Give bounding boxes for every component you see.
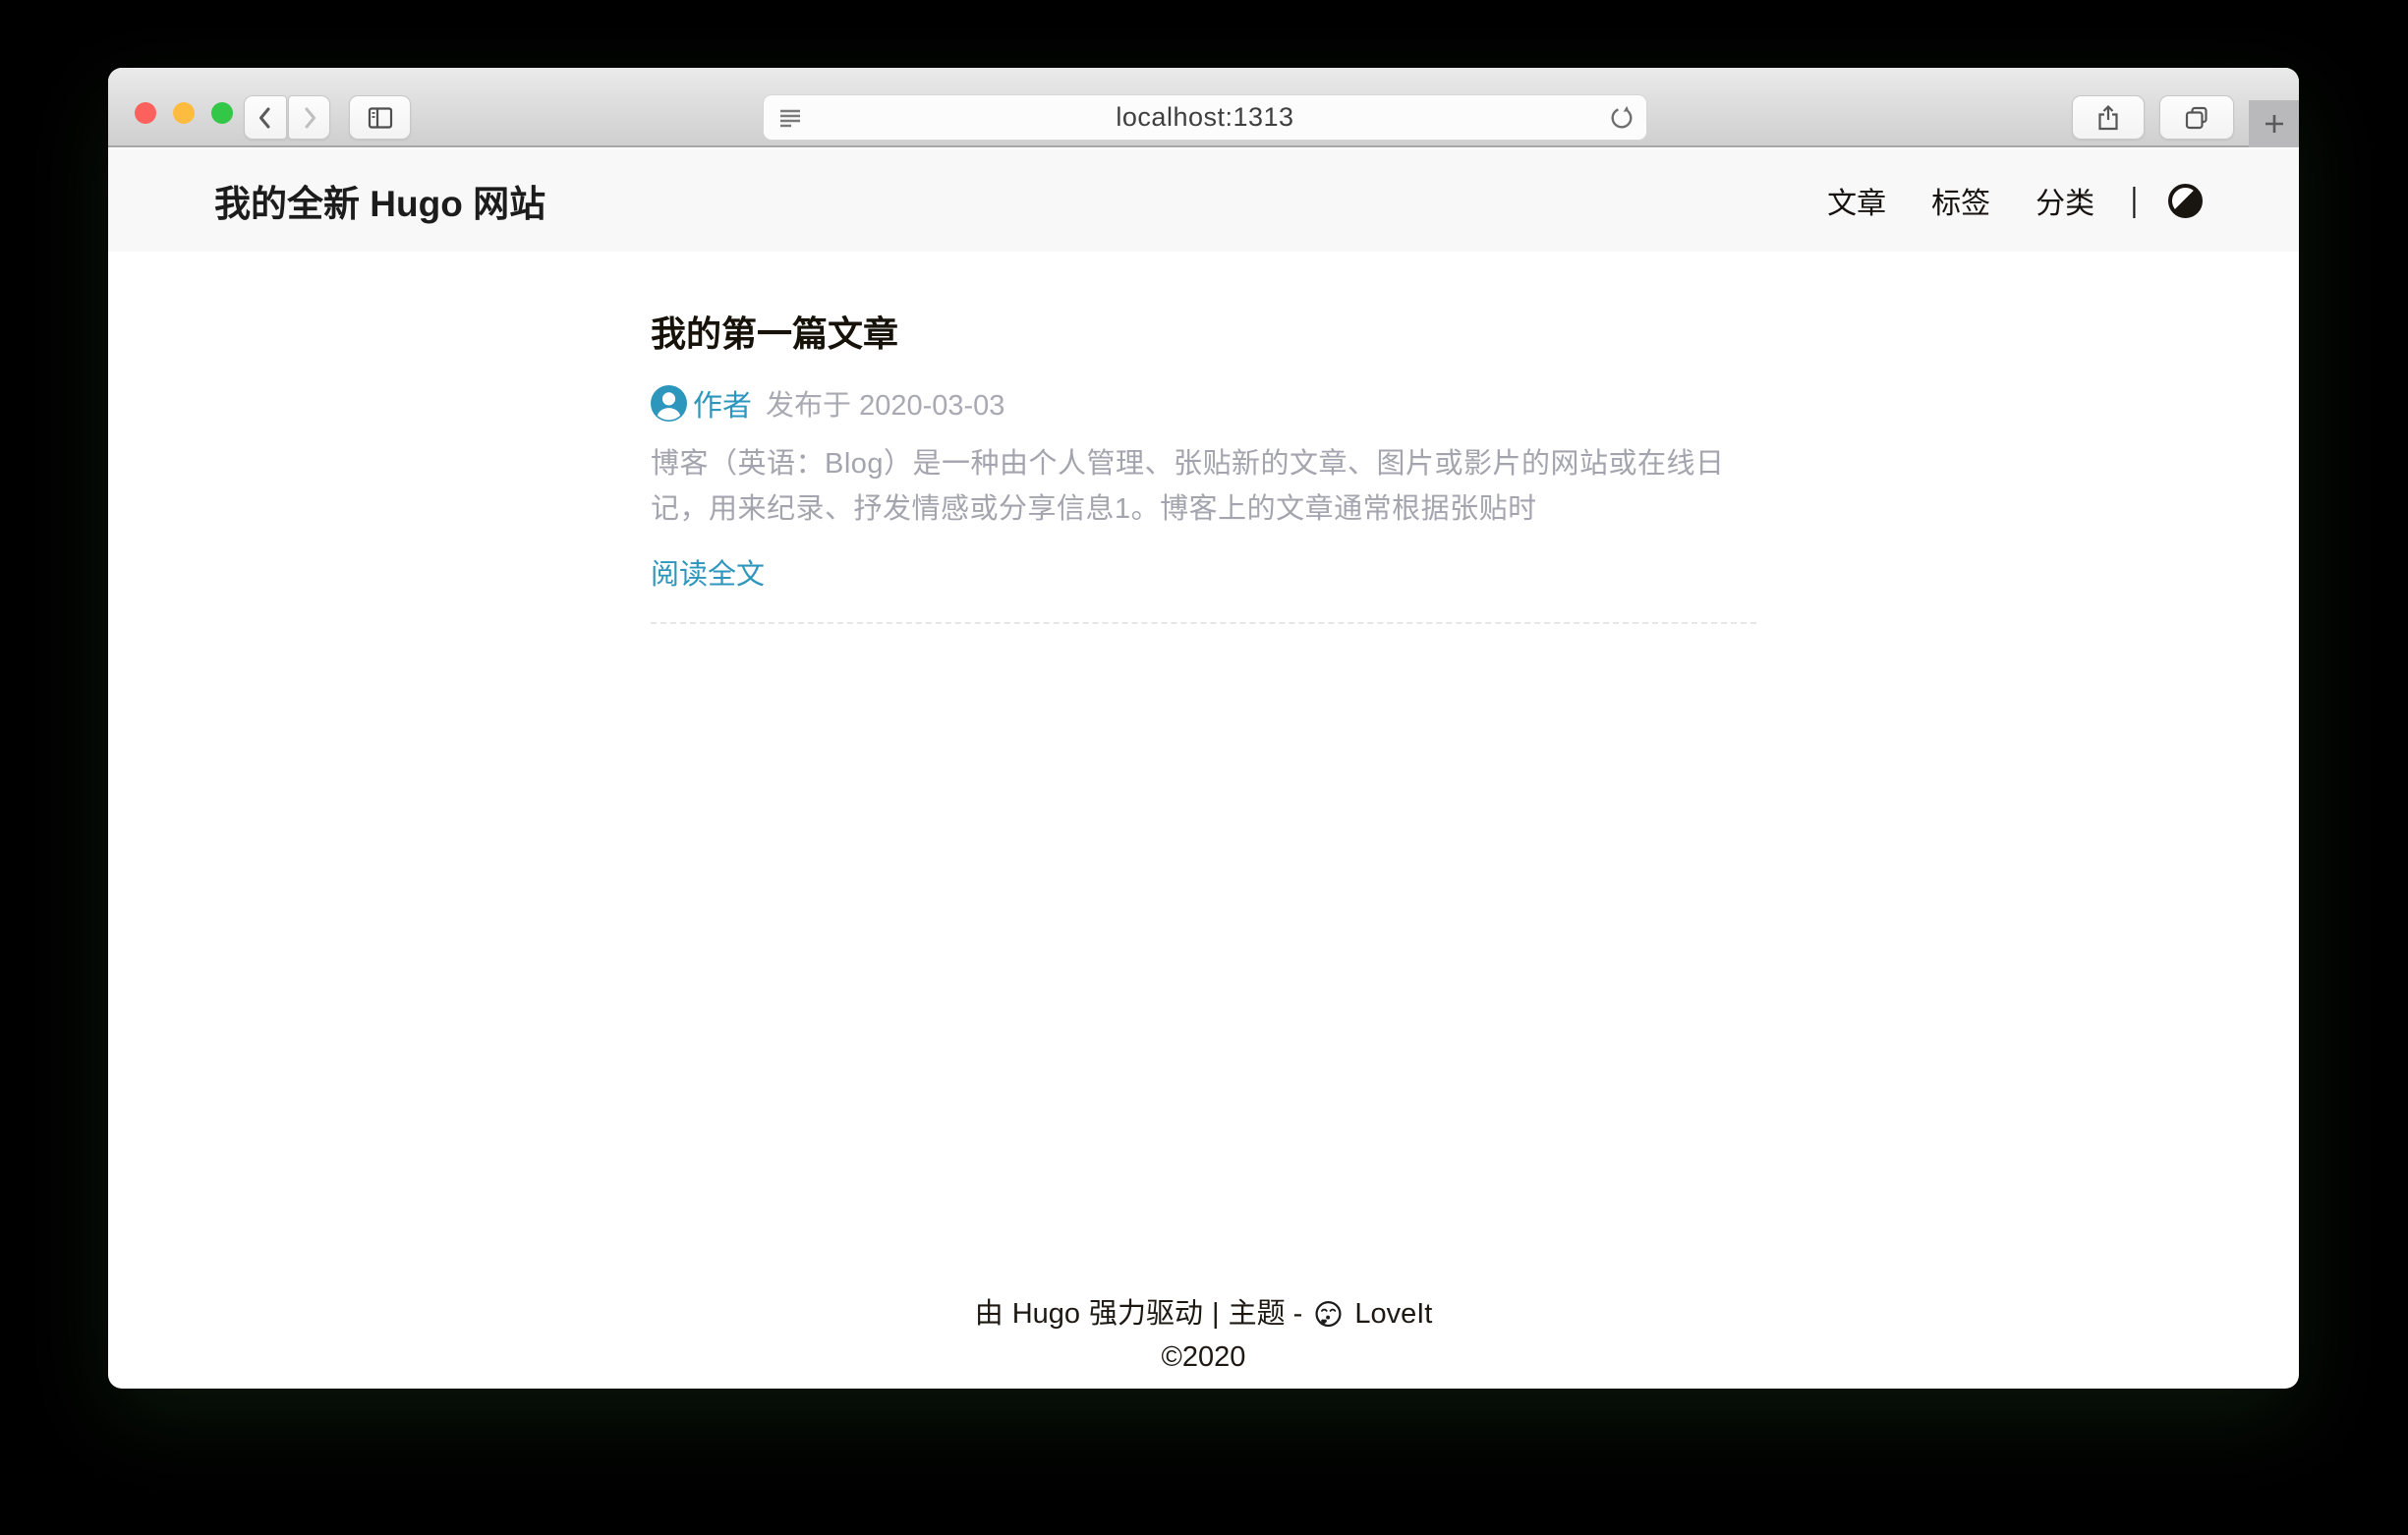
new-tab-button[interactable] xyxy=(2249,100,2299,147)
traffic-light-minimize-button[interactable] xyxy=(173,102,195,124)
back-button[interactable] xyxy=(244,95,287,140)
header-nav: 文章 标签 分类 | xyxy=(1782,179,2203,222)
post-title[interactable]: 我的第一篇文章 xyxy=(651,313,1756,356)
site-title[interactable]: 我的全新 Hugo 网站 xyxy=(214,174,545,227)
copyright-text: ©2020 xyxy=(108,1336,2299,1379)
nav-item-tags[interactable]: 标签 xyxy=(1931,179,1990,222)
page-footer: 由 Hugo 强力驱动 | 主题 - LoveIt ©2020 xyxy=(108,1292,2299,1379)
forward-button[interactable] xyxy=(288,95,330,140)
hugo-link[interactable]: Hugo xyxy=(1012,1292,1080,1336)
footer-powered-line: 由 Hugo 强力驱动 | 主题 - LoveIt xyxy=(108,1292,2299,1336)
address-bar[interactable]: localhost:1313 xyxy=(763,94,1647,141)
kissing-face-icon xyxy=(1313,1299,1344,1330)
read-more-link[interactable]: 阅读全文 xyxy=(651,551,765,593)
sidebar-icon xyxy=(366,104,395,132)
publish-label: 发布于 xyxy=(766,390,851,422)
nav-item-categories[interactable]: 分类 xyxy=(2035,179,2094,222)
author-link[interactable]: 作者 xyxy=(693,381,752,425)
sidebar-toggle-button[interactable] xyxy=(349,95,411,140)
theme-toggle-icon[interactable] xyxy=(2168,184,2203,218)
url-text: localhost:1313 xyxy=(764,102,1646,133)
back-icon xyxy=(252,104,279,132)
reader-view-icon[interactable] xyxy=(776,104,804,132)
post-date: 2020-03-03 xyxy=(859,390,1004,422)
post-card: 我的第一篇文章 作者 发布于 2020-03-03 博客（英语：Blog）是一种… xyxy=(651,252,1756,624)
publish-info: 发布于 2020-03-03 xyxy=(766,382,1004,424)
nav-item-posts[interactable]: 文章 xyxy=(1827,179,1886,222)
share-button[interactable] xyxy=(2072,95,2145,140)
theme-prefix: 主题 - xyxy=(1229,1292,1303,1336)
desktop-background: localhost:1313 xyxy=(0,0,2408,1535)
powered-prefix: 由 xyxy=(975,1292,1003,1336)
author-avatar-icon[interactable] xyxy=(651,385,687,422)
loveit-link[interactable]: LoveIt xyxy=(1354,1292,1432,1336)
share-icon xyxy=(2093,103,2123,133)
site-header: 我的全新 Hugo 网站 文章 标签 分类 | xyxy=(108,149,2299,252)
footer-pipe: | xyxy=(1212,1292,1220,1336)
post-summary: 博客（英语：Blog）是一种由个人管理、张贴新的文章、图片或影片的网站或在线日记… xyxy=(651,441,1756,532)
post-meta: 作者 发布于 2020-03-03 xyxy=(651,381,1756,425)
browser-toolbar: localhost:1313 xyxy=(108,68,2299,147)
reload-button[interactable] xyxy=(1607,103,1636,133)
plus-icon xyxy=(2262,111,2287,137)
powered-suffix: 强力驱动 xyxy=(1089,1292,1203,1336)
forward-icon xyxy=(296,104,323,132)
traffic-light-close-button[interactable] xyxy=(135,102,156,124)
tab-overview-icon xyxy=(2182,103,2211,133)
main-content: 我的第一篇文章 作者 发布于 2020-03-03 博客（英语：Blog）是一种… xyxy=(108,252,2299,624)
traffic-light-zoom-button[interactable] xyxy=(211,102,233,124)
nav-divider: | xyxy=(2131,182,2138,220)
post-divider xyxy=(651,622,1756,624)
browser-window: localhost:1313 xyxy=(108,68,2299,1389)
tab-overview-button[interactable] xyxy=(2159,95,2234,140)
